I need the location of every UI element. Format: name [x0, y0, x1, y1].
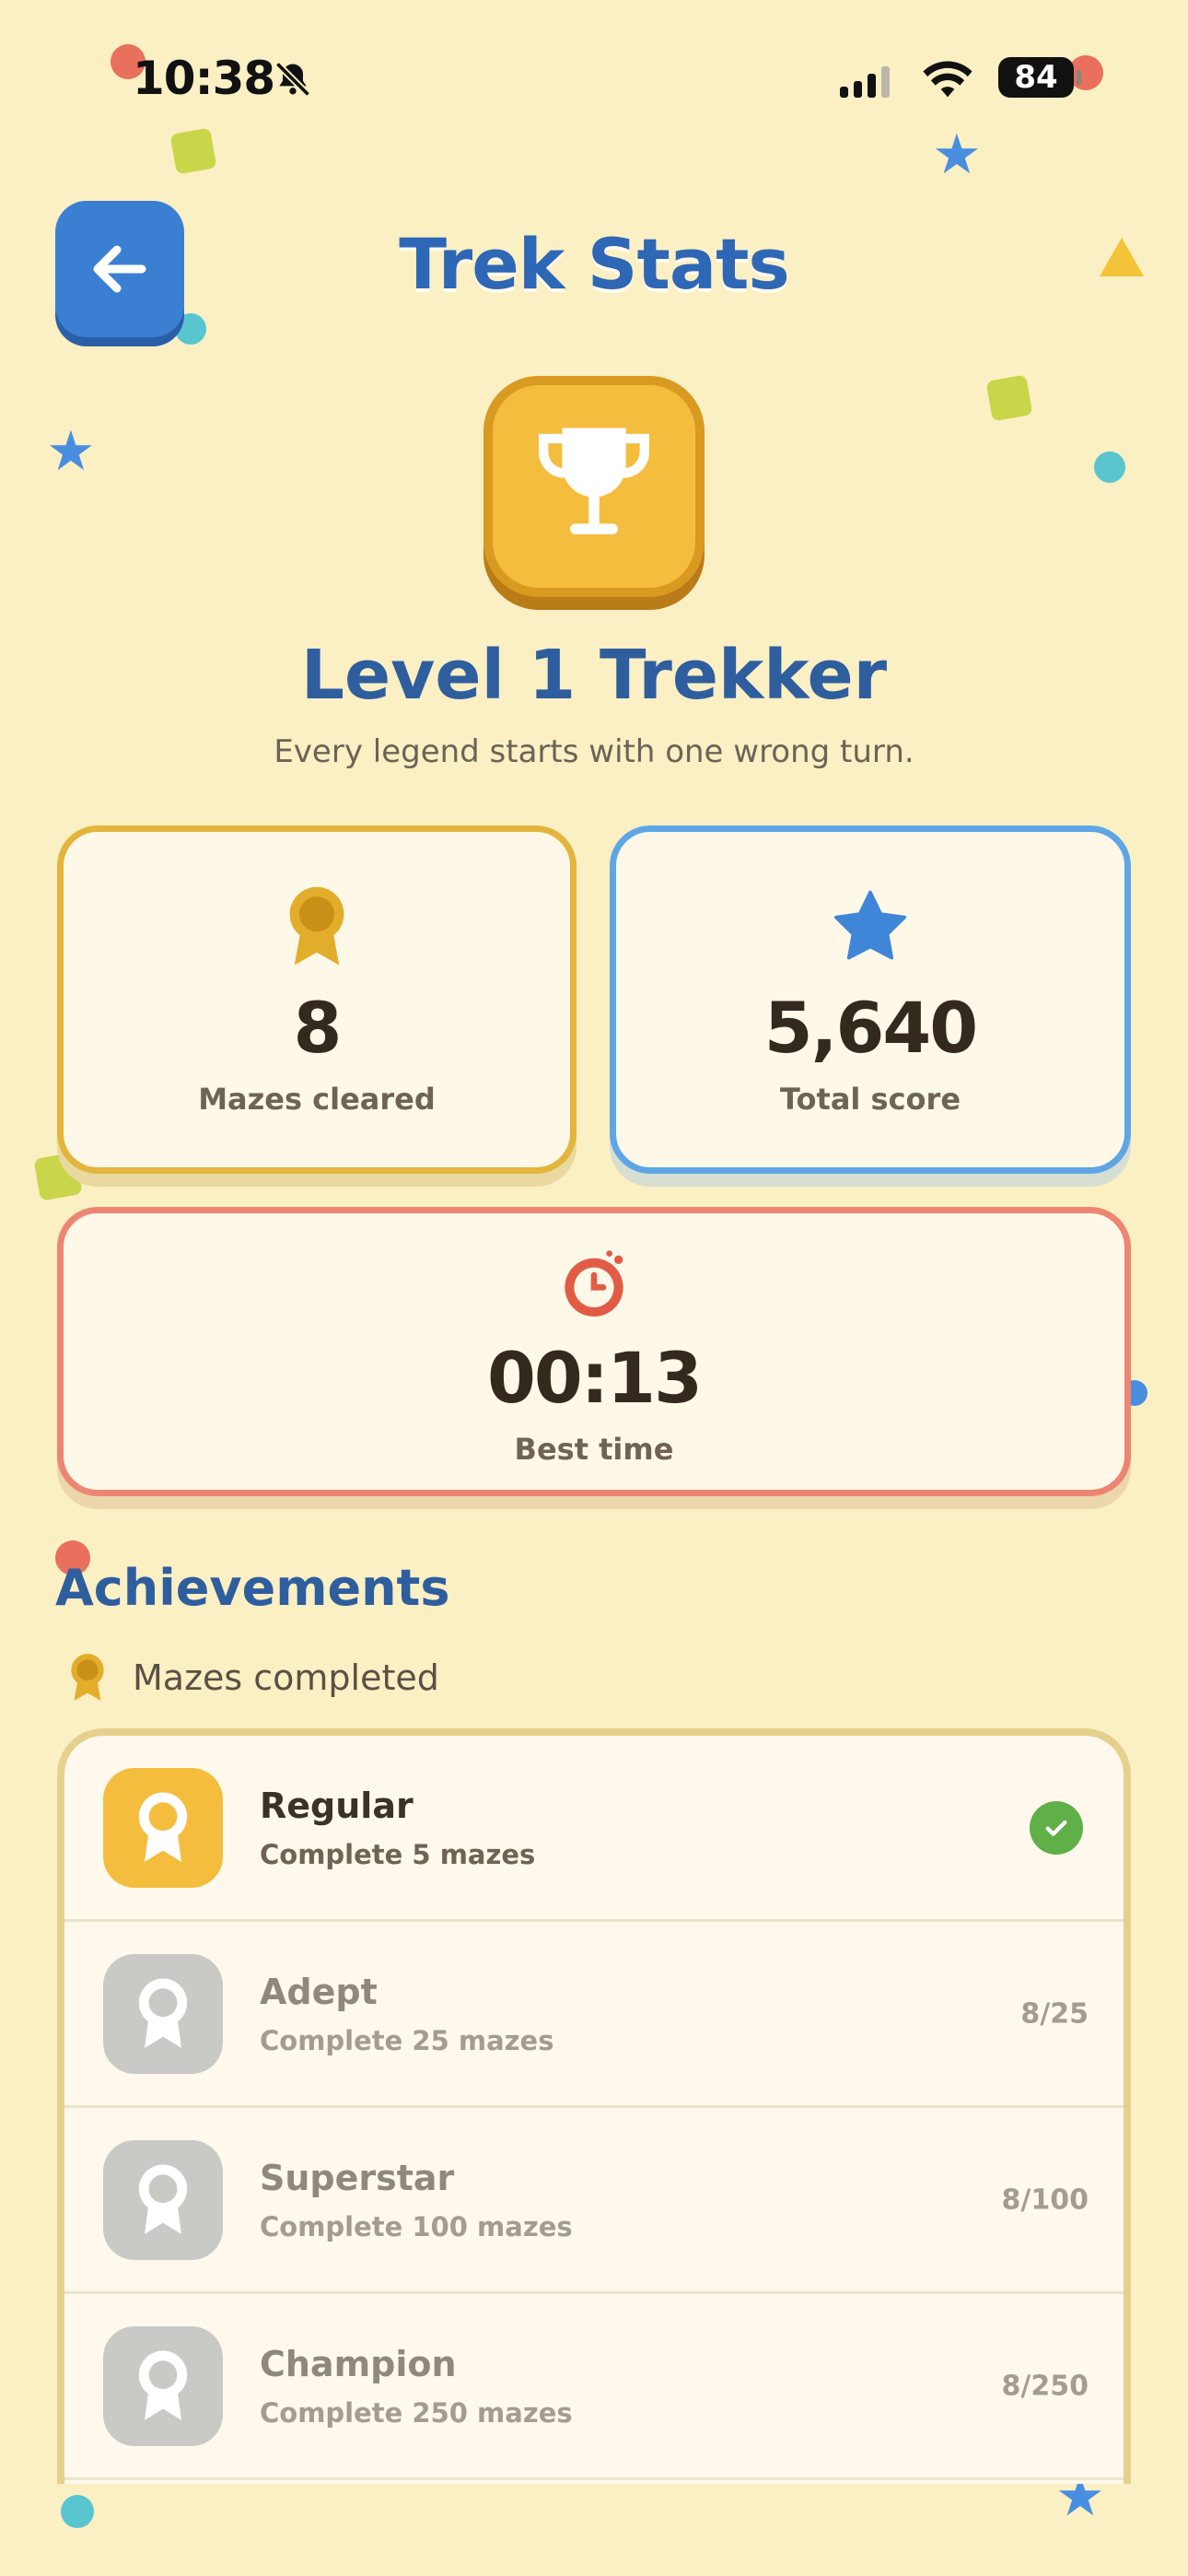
confetti-square [985, 374, 1033, 422]
tagline: Every legend starts with one wrong turn. [274, 733, 914, 770]
group-label-text: Mazes completed [133, 1657, 439, 1698]
achievement-desc: Complete 250 mazes [260, 2396, 573, 2429]
achievement-progress: 8/25 [1020, 1997, 1089, 2030]
achievement-list: Regular Complete 5 mazes Adept Complete … [57, 1728, 1131, 2484]
stat-value: 00:13 [487, 1337, 703, 1419]
stat-label: Mazes cleared [198, 1082, 436, 1117]
medal-icon [103, 1953, 223, 2074]
achievement-name: Adept [260, 1971, 378, 2012]
achievement-row-adept: Adept Complete 25 mazes 8/25 [64, 1922, 1124, 2108]
trophy-badge [483, 376, 705, 597]
page-title: Trek Stats [399, 223, 789, 305]
ribbon-medal-icon [71, 1654, 104, 1701]
confetti-star: ★ [46, 419, 96, 484]
achievement-row-champion: Champion Complete 250 mazes 8/250 [64, 2294, 1124, 2480]
level-title: Level 1 Trekker [300, 636, 888, 715]
trophy-icon [539, 427, 649, 534]
star-icon [830, 887, 911, 966]
medal-icon [103, 2139, 223, 2260]
medal-icon [103, 1767, 223, 1888]
wifi-icon [921, 59, 974, 103]
stat-value: 8 [293, 987, 343, 1069]
ribbon-medal-icon [285, 886, 349, 966]
achievement-progress: 8/250 [1001, 2370, 1089, 2402]
stopwatch-icon [557, 1247, 631, 1322]
medal-icon [103, 2325, 223, 2446]
achievement-name: Regular [260, 1785, 413, 1826]
achievement-name: Superstar [260, 2157, 455, 2198]
achievement-progress: 8/100 [1001, 2184, 1089, 2216]
confetti-dot [61, 2495, 94, 2528]
achievement-row-superstar: Superstar Complete 100 mazes 8/100 [64, 2108, 1124, 2294]
achievement-desc: Complete 5 mazes [260, 1838, 536, 1870]
confetti-dot [1094, 451, 1125, 483]
achievement-name: Champion [260, 2343, 457, 2384]
stat-card-best-time: 00:13 Best time [57, 1207, 1131, 1496]
achievement-row-regular: Regular Complete 5 mazes [64, 1736, 1124, 1922]
bell-muted-icon [273, 59, 313, 103]
stat-value: 5,640 [763, 987, 978, 1069]
achievement-desc: Complete 25 mazes [260, 2024, 554, 2056]
confetti-star: ★ [932, 123, 982, 187]
status-bar: 10:38 84 [0, 52, 1188, 107]
confetti-square [169, 127, 217, 175]
battery-indicator: 84 [998, 57, 1081, 98]
achievements-heading: Achievements [55, 1559, 450, 1617]
stat-card-mazes-cleared: 8 Mazes cleared [57, 825, 577, 1174]
stat-label: Best time [514, 1432, 674, 1467]
check-icon [1030, 1800, 1083, 1855]
stat-label: Total score [779, 1082, 961, 1117]
stat-card-total-score: 5,640 Total score [610, 825, 1131, 1174]
achievement-desc: Complete 100 mazes [260, 2210, 573, 2242]
achievement-group-label: Mazes completed [68, 1653, 439, 1703]
status-time: 10:38 [133, 52, 275, 105]
cellular-signal-icon [840, 64, 890, 98]
